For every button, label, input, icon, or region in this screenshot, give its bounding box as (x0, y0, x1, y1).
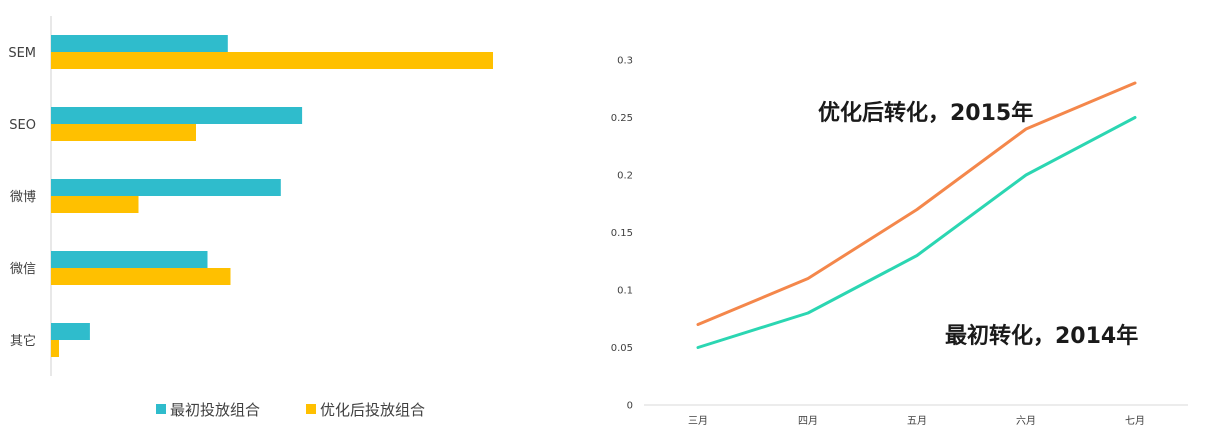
bar-category-label: 其它 (10, 333, 36, 349)
legend-label: 优化后投放组合 (320, 401, 425, 419)
line-x-tick-label: 三月 (688, 415, 708, 427)
line-x-tick-label: 七月 (1125, 415, 1145, 427)
line-y-tick-label: 0.2 (617, 171, 633, 182)
bar-optimized (51, 52, 493, 69)
bar-optimized (51, 124, 196, 141)
bar-category-label: 微信 (10, 262, 36, 277)
figure-canvas: SEM SEO 微博微信其它最初投放组合 优化后投放组合 0 0.05 0.1 0.15 0.… (8, 16, 1188, 427)
bar-initial (51, 251, 208, 268)
line-chart: 0 0.05 0.1 0.15 0.2 0.25 0.3 三月 四月 五月 六月 七月 优化后转化，20… (611, 56, 1188, 427)
line-y-tick-label: 0.25 (611, 113, 633, 124)
line-y-tick-label: 0.1 (617, 286, 633, 297)
bar-category-label: 微博 (10, 190, 36, 205)
line-annotation: 最初转化，2014年 (945, 323, 1138, 349)
bar-chart: SEM SEO 微博微信其它最初投放组合 优化后投放组合 (8, 16, 493, 419)
line-y-tick-label: 0.3 (617, 56, 633, 67)
bar-category-label: SEM (8, 46, 36, 61)
bar-optimized (51, 340, 59, 357)
legend-swatch (156, 404, 166, 414)
line-series-initial (696, 116, 1137, 349)
bar-optimized (51, 268, 231, 285)
line-x-tick-label: 五月 (907, 415, 927, 427)
bar-optimized (51, 196, 139, 213)
bar-category-label: SEO (9, 118, 36, 133)
line-y-tick-label: 0.15 (611, 228, 633, 239)
bar-initial (51, 107, 303, 124)
bar-initial (51, 35, 228, 52)
line-annotation: 优化后转化，2015年 (818, 100, 1033, 126)
line-x-tick-label: 六月 (1016, 415, 1036, 427)
legend-swatch (306, 404, 316, 414)
line-y-tick-label: 0 (627, 401, 633, 412)
bar-initial (51, 323, 90, 340)
bar-initial (51, 179, 281, 196)
legend-label: 最初投放组合 (170, 401, 260, 419)
line-y-tick-label: 0.05 (611, 343, 633, 354)
line-x-tick-label: 四月 (798, 415, 818, 427)
